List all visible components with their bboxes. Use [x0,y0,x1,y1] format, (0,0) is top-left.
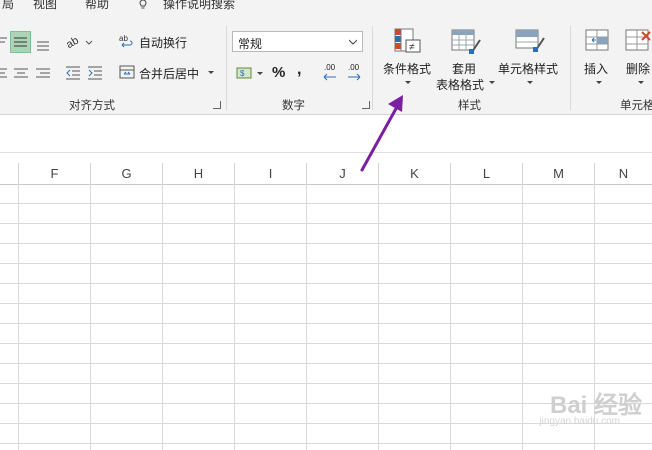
column-header[interactable]: I [235,163,307,184]
chevron-down-icon [489,81,495,84]
chevron-down-icon [207,66,215,80]
wrap-text-icon: ab [119,33,135,52]
accounting-format-button[interactable]: $ [236,64,266,82]
chevron-down-icon [596,81,602,84]
column-header[interactable]: L [451,163,523,184]
insert-label: 插入 [584,62,609,76]
group-divider [372,26,373,110]
grid-line [306,184,307,450]
format-as-table-button[interactable]: 套用 表格格式 [434,26,498,92]
align-top-button[interactable] [0,34,8,52]
svg-text:≠: ≠ [409,42,415,53]
conditional-formatting-label: 条件格式 [383,62,432,76]
insert-cells-icon [585,29,609,51]
conditional-formatting-icon: ≠ [394,28,421,53]
cell-styles-label: 单元格样式 [498,62,559,76]
alignment-group-label: 对齐方式 [69,100,115,112]
format-as-table-icon [451,29,481,54]
format-as-table-label-2: 表格格式 [436,78,485,92]
tab-view[interactable]: 视图 [33,0,57,12]
svg-text:ab: ab [64,35,81,52]
merge-center-label: 合并后居中 [139,66,200,81]
delete-label: 删除 [626,62,651,76]
column-header[interactable]: F [19,163,91,184]
align-bottom-button[interactable] [34,32,52,52]
tab-help[interactable]: 帮助 [85,0,109,12]
alignment-dialog-launcher-icon[interactable] [213,101,221,109]
grid-line [234,184,235,450]
lightbulb-icon [136,0,150,13]
align-left-button[interactable] [0,64,8,82]
merge-cells-icon [119,64,135,83]
chevron-down-icon [349,39,357,45]
comma-style-button[interactable]: , [297,61,301,79]
column-header[interactable]: M [523,163,595,184]
column-header-row: F G H I J K L M N [0,163,652,185]
formula-bar[interactable] [0,115,652,153]
number-dialog-launcher-icon[interactable] [362,101,370,109]
number-group-label: 数字 [282,100,305,112]
insert-button[interactable]: 插入 [580,26,616,90]
merge-center-button[interactable]: 合并后居中 [119,62,215,84]
column-header[interactable]: G [91,163,163,184]
column-header[interactable]: K [379,163,451,184]
cells-group-label: 单元格 [620,100,652,112]
delete-cells-icon [625,29,651,51]
arrow-left-icon [323,73,336,81]
wrap-text-label: 自动换行 [139,35,188,50]
align-middle-button[interactable] [10,31,31,53]
number-format-value: 常规 [238,37,263,51]
tab-layout[interactable]: 局 [2,0,14,12]
ribbon-tab-bar: 局 视图 帮助 操作说明搜索 [0,0,652,14]
percent-style-button[interactable]: % [272,64,285,81]
wrap-text-button[interactable]: ab 自动换行 [119,31,187,53]
delete-button[interactable]: 删除 [622,26,652,90]
decrease-indent-button[interactable] [64,64,82,82]
chevron-down-icon [405,81,411,84]
increase-indent-button[interactable] [86,64,104,82]
cell-styles-icon [515,29,545,52]
svg-text:$: $ [240,69,245,78]
tell-me-search[interactable]: 操作说明搜索 [163,0,235,12]
column-header[interactable]: J [307,163,379,184]
column-header[interactable]: H [163,163,235,184]
orientation-icon[interactable]: ab [64,32,94,52]
format-as-table-label-1: 套用 [452,62,477,76]
styles-group-label: 样式 [458,100,481,112]
baidu-watermark: Bai 经验 [549,392,642,419]
group-divider [570,26,571,110]
cell-styles-button[interactable]: 单元格样式 [496,26,562,90]
chevron-down-icon [638,81,644,84]
grid-line [162,184,163,450]
grid-line [90,184,91,450]
number-format-dropdown[interactable]: 常规 [232,31,363,52]
increase-decimal-label: .00 [324,63,336,72]
grid-line [378,184,379,450]
align-center-button[interactable] [12,64,30,82]
group-divider [226,26,227,110]
align-right-button[interactable] [34,64,52,82]
column-header-edge [0,163,19,184]
decrease-decimal-button[interactable]: .00 [346,63,366,83]
grid-line [522,184,523,450]
svg-text:ab: ab [119,34,128,43]
increase-decimal-button[interactable]: .00 [322,63,342,83]
decrease-decimal-label: .00 [348,63,360,72]
conditional-formatting-button[interactable]: ≠ 条件格式 [380,26,434,90]
chevron-down-icon [527,81,533,84]
grid-line [450,184,451,450]
arrow-right-icon [348,73,361,81]
grid-line [18,184,19,450]
baidu-watermark-url: jingyan.baidu.com [539,416,620,427]
column-header[interactable]: N [595,163,652,184]
